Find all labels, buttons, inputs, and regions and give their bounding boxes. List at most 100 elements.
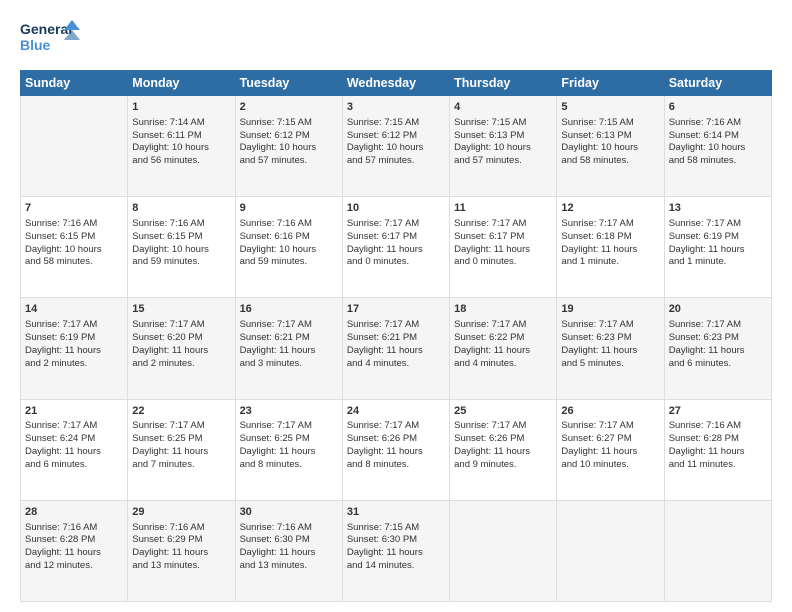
cell-text: Daylight: 11 hours xyxy=(240,345,338,358)
cell-text: Sunset: 6:13 PM xyxy=(454,130,552,143)
header-row: SundayMondayTuesdayWednesdayThursdayFrid… xyxy=(21,71,772,96)
calendar-cell: 22Sunrise: 7:17 AMSunset: 6:25 PMDayligh… xyxy=(128,399,235,500)
cell-text: Sunset: 6:30 PM xyxy=(240,534,338,547)
cell-text: Sunset: 6:21 PM xyxy=(240,332,338,345)
week-row-4: 21Sunrise: 7:17 AMSunset: 6:24 PMDayligh… xyxy=(21,399,772,500)
cell-text: and 6 minutes. xyxy=(669,358,767,371)
cell-text: Sunrise: 7:16 AM xyxy=(240,218,338,231)
day-number: 11 xyxy=(454,201,552,216)
cell-text: and 0 minutes. xyxy=(454,256,552,269)
cell-text: Sunrise: 7:17 AM xyxy=(454,319,552,332)
cell-text: and 5 minutes. xyxy=(561,358,659,371)
cell-text: Sunrise: 7:16 AM xyxy=(240,522,338,535)
day-number: 4 xyxy=(454,100,552,115)
cell-text: Sunset: 6:15 PM xyxy=(132,231,230,244)
day-number: 16 xyxy=(240,302,338,317)
day-number: 27 xyxy=(669,404,767,419)
cell-text: Sunset: 6:26 PM xyxy=(347,433,445,446)
day-number: 14 xyxy=(25,302,123,317)
cell-text: Sunset: 6:22 PM xyxy=(454,332,552,345)
week-row-1: 1Sunrise: 7:14 AMSunset: 6:11 PMDaylight… xyxy=(21,96,772,197)
cell-text: Daylight: 11 hours xyxy=(132,547,230,560)
cell-text: Daylight: 10 hours xyxy=(669,142,767,155)
cell-text: Sunrise: 7:17 AM xyxy=(240,319,338,332)
calendar-cell: 16 Sunrise: 7:17 AMSunset: 6:21 PMDayligh… xyxy=(235,298,342,399)
calendar-cell: 21Sunrise: 7:17 AMSunset: 6:24 PMDayligh… xyxy=(21,399,128,500)
week-row-2: 7Sunrise: 7:16 AMSunset: 6:15 PMDaylight… xyxy=(21,197,772,298)
calendar-cell: 17Sunrise: 7:17 AMSunset: 6:21 PMDayligh… xyxy=(342,298,449,399)
cell-text: Daylight: 10 hours xyxy=(240,142,338,155)
day-number: 22 xyxy=(132,404,230,419)
cell-text: and 59 minutes. xyxy=(240,256,338,269)
header: General Blue xyxy=(20,16,772,60)
calendar-cell: 6Sunrise: 7:16 AMSunset: 6:14 PMDaylight… xyxy=(664,96,771,197)
cell-text: Daylight: 10 hours xyxy=(240,244,338,257)
cell-text: and 13 minutes. xyxy=(132,560,230,573)
calendar-cell: 15Sunrise: 7:17 AMSunset: 6:20 PMDayligh… xyxy=(128,298,235,399)
cell-text: and 57 minutes. xyxy=(240,155,338,168)
calendar-cell: 9Sunrise: 7:16 AMSunset: 6:16 PMDaylight… xyxy=(235,197,342,298)
day-number: 28 xyxy=(25,505,123,520)
day-number: 7 xyxy=(25,201,123,216)
cell-text: Sunset: 6:25 PM xyxy=(132,433,230,446)
cell-text: Daylight: 11 hours xyxy=(240,446,338,459)
cell-text: Daylight: 11 hours xyxy=(669,446,767,459)
day-number: 3 xyxy=(347,100,445,115)
cell-text: and 13 minutes. xyxy=(240,560,338,573)
day-number: 30 xyxy=(240,505,338,520)
day-header-sunday: Sunday xyxy=(21,71,128,96)
calendar-cell: 3Sunrise: 7:15 AMSunset: 6:12 PMDaylight… xyxy=(342,96,449,197)
cell-text: Sunrise: 7:15 AM xyxy=(561,117,659,130)
cell-text: Sunset: 6:23 PM xyxy=(561,332,659,345)
calendar-cell: 29Sunrise: 7:16 AMSunset: 6:29 PMDayligh… xyxy=(128,500,235,601)
cell-text: Daylight: 11 hours xyxy=(240,547,338,560)
cell-text: Sunset: 6:21 PM xyxy=(347,332,445,345)
cell-text: and 4 minutes. xyxy=(454,358,552,371)
cell-text: Daylight: 10 hours xyxy=(454,142,552,155)
calendar-cell: 14Sunrise: 7:17 AMSunset: 6:19 PMDayligh… xyxy=(21,298,128,399)
day-header-monday: Monday xyxy=(128,71,235,96)
week-row-5: 28Sunrise: 7:16 AMSunset: 6:28 PMDayligh… xyxy=(21,500,772,601)
week-row-3: 14Sunrise: 7:17 AMSunset: 6:19 PMDayligh… xyxy=(21,298,772,399)
day-header-tuesday: Tuesday xyxy=(235,71,342,96)
cell-text: Daylight: 10 hours xyxy=(561,142,659,155)
cell-text: Sunset: 6:19 PM xyxy=(25,332,123,345)
cell-text: Daylight: 11 hours xyxy=(25,345,123,358)
cell-text: and 58 minutes. xyxy=(25,256,123,269)
day-number: 8 xyxy=(132,201,230,216)
cell-text: and 56 minutes. xyxy=(132,155,230,168)
cell-text: Sunrise: 7:17 AM xyxy=(132,420,230,433)
cell-text: Sunrise: 7:16 AM xyxy=(132,522,230,535)
cell-text: Sunset: 6:11 PM xyxy=(132,130,230,143)
cell-text: Sunrise: 7:17 AM xyxy=(347,218,445,231)
calendar-cell: 10Sunrise: 7:17 AMSunset: 6:17 PMDayligh… xyxy=(342,197,449,298)
cell-text: Daylight: 11 hours xyxy=(561,244,659,257)
cell-text: Daylight: 11 hours xyxy=(347,446,445,459)
cell-text: Sunset: 6:26 PM xyxy=(454,433,552,446)
calendar-cell xyxy=(21,96,128,197)
calendar-cell: 4Sunrise: 7:15 AMSunset: 6:13 PMDaylight… xyxy=(450,96,557,197)
cell-text: and 10 minutes. xyxy=(561,459,659,472)
day-number: 6 xyxy=(669,100,767,115)
day-number: 17 xyxy=(347,302,445,317)
cell-text: and 2 minutes. xyxy=(132,358,230,371)
day-number: 31 xyxy=(347,505,445,520)
day-number: 9 xyxy=(240,201,338,216)
calendar-cell: 24Sunrise: 7:17 AMSunset: 6:26 PMDayligh… xyxy=(342,399,449,500)
calendar-cell: 20Sunrise: 7:17 AMSunset: 6:23 PMDayligh… xyxy=(664,298,771,399)
day-number: 10 xyxy=(347,201,445,216)
calendar-cell: 23Sunrise: 7:17 AMSunset: 6:25 PMDayligh… xyxy=(235,399,342,500)
cell-text: Daylight: 10 hours xyxy=(132,244,230,257)
cell-text: and 2 minutes. xyxy=(25,358,123,371)
cell-text: Sunset: 6:25 PM xyxy=(240,433,338,446)
cell-text: Sunset: 6:28 PM xyxy=(669,433,767,446)
cell-text: Sunrise: 7:16 AM xyxy=(25,522,123,535)
day-header-friday: Friday xyxy=(557,71,664,96)
cell-text: Sunrise: 7:16 AM xyxy=(132,218,230,231)
cell-text: Daylight: 11 hours xyxy=(454,345,552,358)
svg-text:General: General xyxy=(20,21,72,37)
calendar-cell: 13Sunrise: 7:17 AMSunset: 6:19 PMDayligh… xyxy=(664,197,771,298)
cell-text: Sunrise: 7:14 AM xyxy=(132,117,230,130)
cell-text: Sunrise: 7:17 AM xyxy=(347,420,445,433)
cell-text: Sunset: 6:19 PM xyxy=(669,231,767,244)
